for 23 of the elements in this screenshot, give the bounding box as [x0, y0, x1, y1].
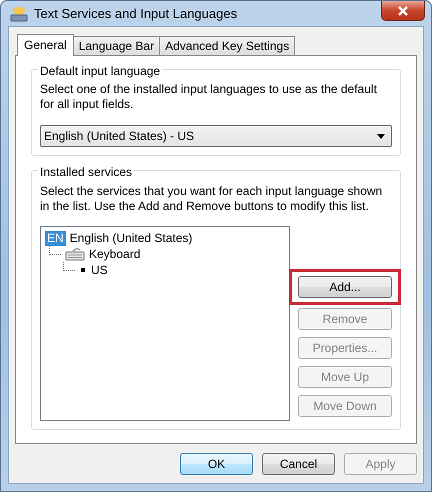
tree-item[interactable]: English (United States)	[70, 229, 192, 247]
bullet-icon	[79, 266, 87, 274]
tree-item[interactable]: Keyboard	[89, 245, 140, 263]
service-button: Move Up	[298, 366, 392, 388]
service-button: Move Down	[298, 395, 392, 417]
dialog-button[interactable]: Cancel	[262, 453, 335, 475]
tree-item[interactable]: US	[91, 261, 108, 279]
dropdown-arrow-icon	[377, 134, 385, 138]
description-text: Select the services that you want for each input language shown in the list. Use the Add and Remove buttons to modify this list.	[40, 184, 384, 214]
tab[interactable]: Language Bar	[72, 36, 160, 55]
dialog-button[interactable]: OK	[180, 453, 253, 475]
dialog-button: Apply	[344, 453, 417, 475]
service-button[interactable]: Add...	[298, 276, 392, 298]
close-icon	[397, 6, 409, 16]
description-text: Select one of the installed input languages to use as the default for all input fields.	[40, 82, 378, 112]
service-button: Properties...	[298, 337, 392, 359]
close-button[interactable]	[381, 1, 425, 21]
window-title: Text Services and Input Languages	[34, 4, 238, 23]
service-button: Remove	[298, 308, 392, 330]
language-dropdown[interactable]: English (United States) - US	[40, 125, 392, 147]
language-badge: EN	[45, 230, 66, 246]
tab[interactable]: Advanced Key Settings	[159, 36, 296, 55]
tab[interactable]: General	[17, 34, 74, 56]
